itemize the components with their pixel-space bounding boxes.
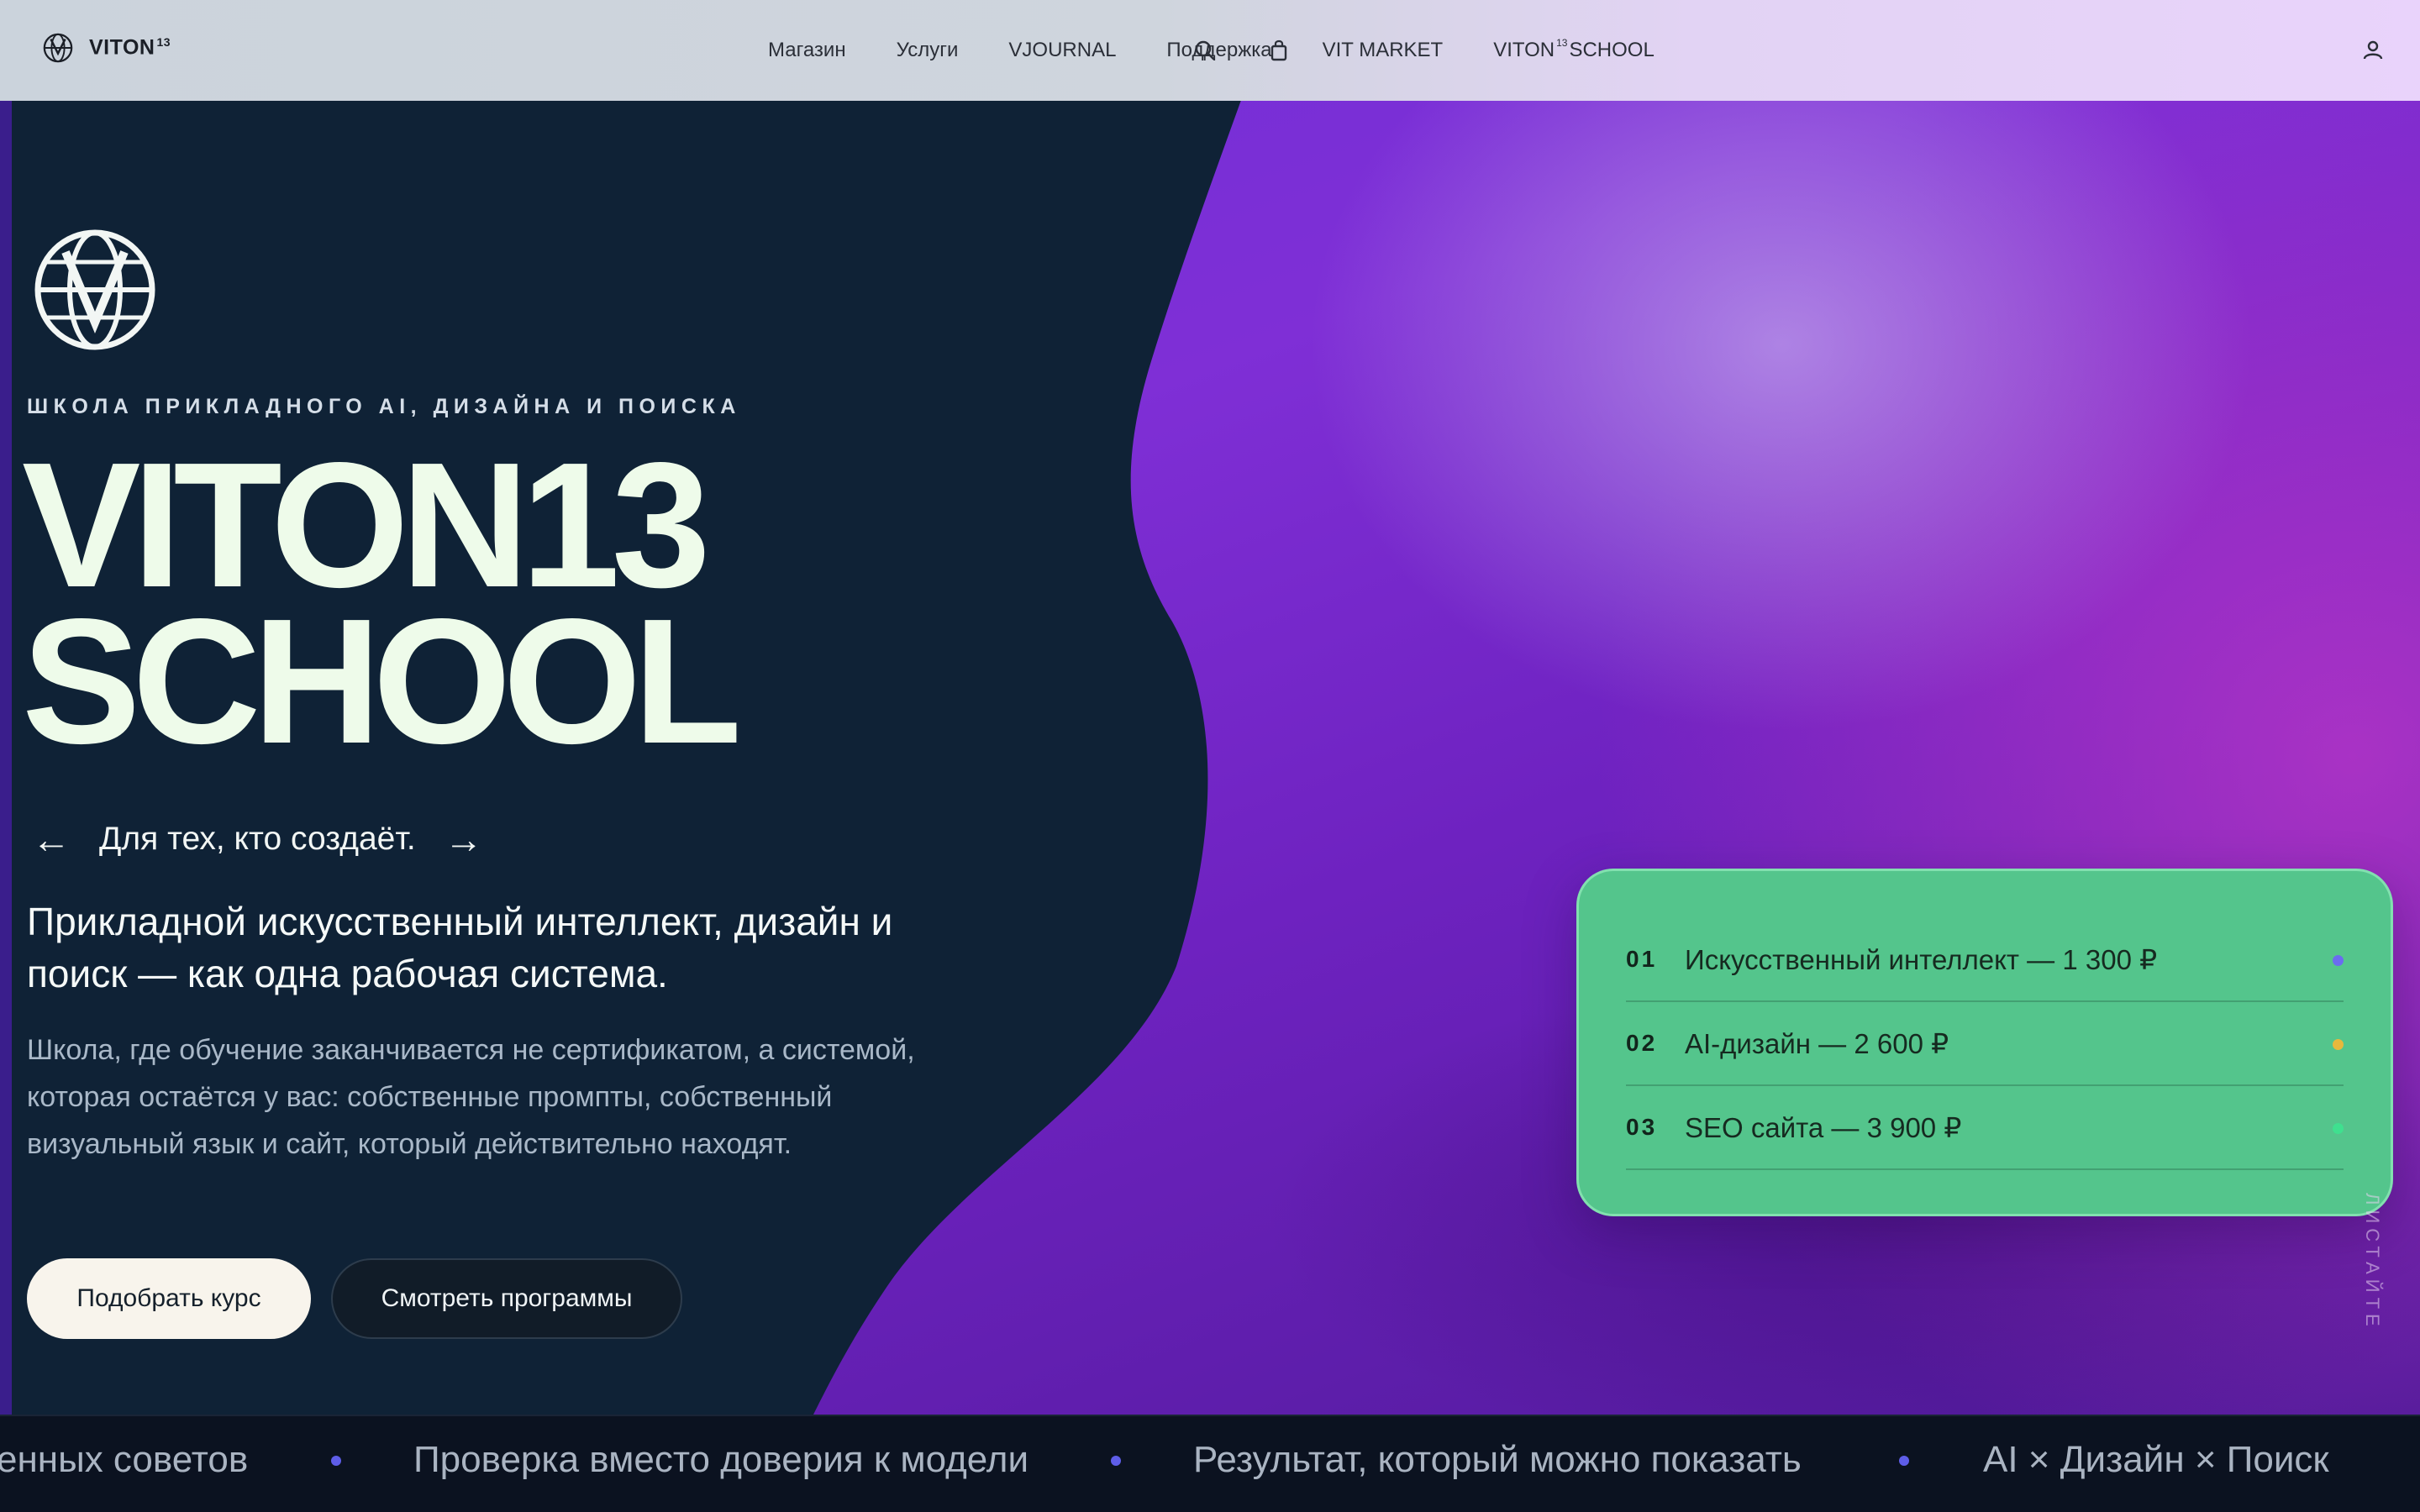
nav-link-school-sup: 13: [1556, 37, 1568, 49]
nav-link-vit-market[interactable]: VIT MARKET: [1323, 39, 1444, 62]
nav-link-school[interactable]: VITON 13 SCHOOL: [1493, 37, 1655, 62]
user-icon[interactable]: [2356, 34, 2390, 67]
hero-tagline: Для тех, кто создаёт.: [99, 821, 416, 857]
ticker-dot-icon: [331, 1456, 341, 1466]
hero-title: VITON13 SCHOOL: [22, 425, 742, 780]
course-row-ai[interactable]: 01 Искусственный интеллект — 1 300 ₽: [1626, 918, 2344, 1002]
scroll-hint: ЛИСТАЙТЕ: [2362, 1193, 2383, 1331]
course-row-seo[interactable]: 03 SEO сайта — 3 900 ₽: [1626, 1086, 2344, 1170]
hero-title-line2: SCHOOL: [22, 581, 742, 780]
brand[interactable]: VITON 13: [42, 32, 171, 64]
course-number: 03: [1626, 1114, 1658, 1140]
top-navigation: VITON 13 Магазин Услуги VJOURNAL Поддержк…: [0, 0, 2420, 101]
nav-link-shop[interactable]: Магазин: [768, 39, 846, 62]
course-label: AI-дизайн — 2 600 ₽: [1685, 1027, 1949, 1059]
brand-name: VITON: [89, 35, 155, 60]
nav-link-services[interactable]: Услуги: [897, 39, 959, 62]
arrow-right-icon[interactable]: →: [445, 816, 483, 862]
course-number: 02: [1626, 1030, 1658, 1056]
view-programs-button[interactable]: Смотреть программы: [331, 1258, 682, 1339]
course-number: 01: [1626, 946, 1658, 972]
hero-lead: Прикладной искусственный интеллект, диза…: [27, 900, 893, 995]
search-icon[interactable]: [1188, 34, 1222, 67]
course-dot-icon: [2333, 955, 2344, 966]
globe-logo-icon: [43, 33, 73, 63]
pick-course-button[interactable]: Подобрать курс: [27, 1258, 311, 1339]
nav-link-vjournal[interactable]: VJOURNAL: [1008, 39, 1116, 62]
course-row-ai-design[interactable]: 02 AI-дизайн — 2 600 ₽: [1626, 1002, 2344, 1086]
nav-links: Магазин Услуги VJOURNAL Поддержка VIT MA…: [768, 37, 1705, 62]
ticker-dot-icon: [1111, 1456, 1121, 1466]
course-dot-icon: [2333, 1039, 2344, 1050]
hero-tagline-carousel: ← Для тех, кто создаёт. →: [32, 816, 483, 862]
nav-link-school-label: VITON: [1493, 39, 1555, 61]
ticker-item: AI × Дизайн × Поиск: [1983, 1439, 2329, 1480]
nav-link-school-suffix: SCHOOL: [1569, 39, 1655, 61]
arrow-left-icon[interactable]: ←: [32, 816, 71, 862]
brand-sup: 13: [156, 35, 171, 50]
ticker-marquee: енных советов Проверка вместо доверия к …: [0, 1415, 2420, 1512]
bag-icon[interactable]: [1262, 34, 1296, 67]
ticker-dot-icon: [1899, 1456, 1909, 1466]
course-label: SEO сайта — 3 900 ₽: [1685, 1111, 1962, 1143]
accent-strip: [0, 101, 12, 1415]
ticker-item: енных советов: [0, 1439, 249, 1480]
hero-kicker: ШКОЛА ПРИКЛАДНОГО AI, ДИЗАЙНА И ПОИСКА: [27, 395, 741, 418]
ticker-item: Результат, который можно показать: [1193, 1439, 1802, 1480]
ticker-track: енных советов Проверка вместо доверия к …: [0, 1416, 2420, 1512]
course-label: Искусственный интеллект — 1 300 ₽: [1685, 943, 2158, 975]
ticker-item: Проверка вместо доверия к модели: [413, 1439, 1029, 1480]
school-globe-logo-icon: [34, 229, 155, 350]
course-dot-icon: [2333, 1123, 2344, 1134]
hero-title-line1: VITON13: [22, 425, 711, 624]
courses-card: 01 Искусственный интеллект — 1 300 ₽ 02 …: [1576, 869, 2393, 1216]
page: VITON 13 Магазин Услуги VJOURNAL Поддержк…: [0, 0, 2420, 1512]
hero-description: Школа, где обучение заканчивается не сер…: [27, 1034, 915, 1160]
